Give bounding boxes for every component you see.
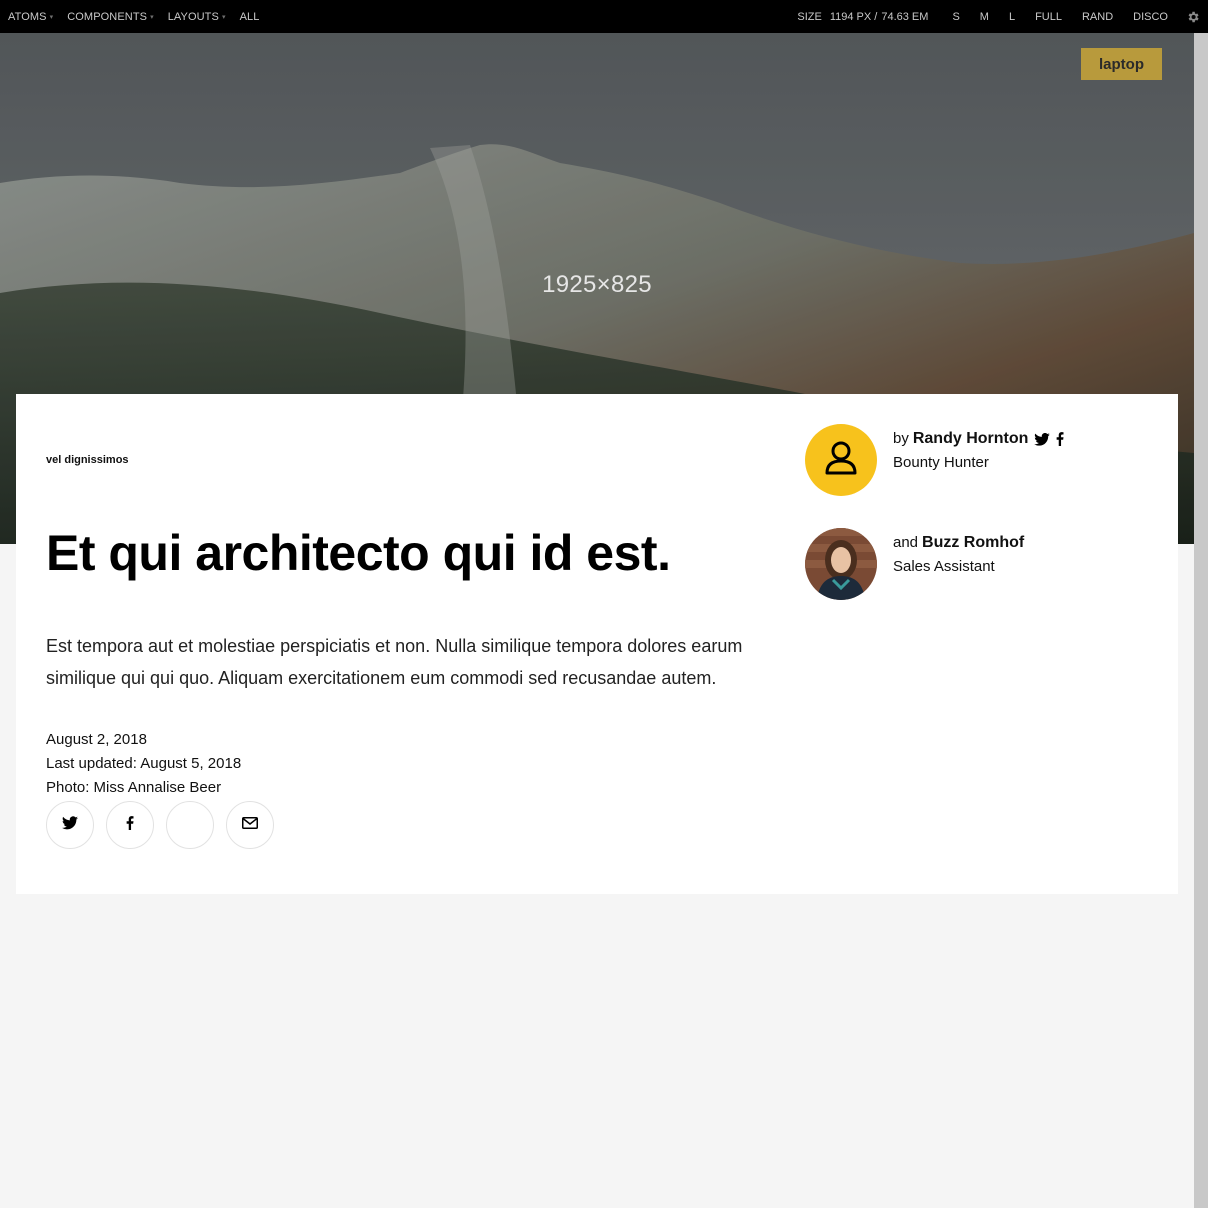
article-dek: Est tempora aut et molestiae perspiciati… bbox=[46, 636, 743, 688]
author-info: and Buzz Romhof Sales Assistant bbox=[893, 528, 1024, 600]
share-buttons bbox=[46, 801, 274, 849]
twitter-icon[interactable] bbox=[1034, 432, 1051, 446]
size-em-input[interactable]: 74.63 EM bbox=[881, 11, 928, 23]
viewport-full-button[interactable]: FULL bbox=[1035, 11, 1062, 23]
nav-layouts[interactable]: LAYOUTS ▾ bbox=[168, 11, 226, 23]
updated-date: Last updated: August 5, 2018 bbox=[46, 755, 242, 772]
nav-all[interactable]: ALL bbox=[240, 11, 260, 23]
author-role: Bounty Hunter bbox=[893, 454, 989, 471]
author-role: Sales Assistant bbox=[893, 558, 995, 575]
nav-components-label: COMPONENTS bbox=[67, 10, 148, 23]
chevron-down-icon: ▾ bbox=[221, 13, 226, 21]
nav-layouts-label: LAYOUTS bbox=[167, 10, 219, 23]
viewport-badge: laptop bbox=[1081, 48, 1162, 80]
published-date: August 2, 2018 bbox=[46, 731, 147, 748]
facebook-icon bbox=[126, 815, 134, 835]
gear-icon[interactable] bbox=[1178, 0, 1208, 33]
author-byline: by Randy Hornton bbox=[893, 427, 1064, 451]
pattern-viewport: 1925×825 laptop vel dignissimos Et qui a… bbox=[0, 33, 1194, 1208]
share-facebook-button[interactable] bbox=[106, 801, 154, 849]
email-icon bbox=[242, 816, 258, 834]
facebook-icon[interactable] bbox=[1056, 432, 1064, 446]
author-prefix: by bbox=[893, 430, 909, 447]
author-randy-hornton: by Randy Hornton Bounty Hunter bbox=[805, 424, 1064, 496]
image-dimensions-caption: 1925×825 bbox=[542, 271, 652, 298]
pattern-lab-toolbar: ATOMS ▾ COMPONENTS ▾ LAYOUTS ▾ ALL SIZE … bbox=[0, 0, 1208, 33]
nav-atoms-label: ATOMS bbox=[8, 10, 47, 23]
author-prefix: and bbox=[893, 534, 919, 551]
viewport-large-button[interactable]: L bbox=[1009, 11, 1015, 23]
size-label: SIZE bbox=[797, 10, 822, 23]
author-byline: and Buzz Romhof bbox=[893, 531, 1024, 555]
share-email-button[interactable] bbox=[226, 801, 274, 849]
author-photo bbox=[805, 528, 877, 600]
nav-all-label: ALL bbox=[239, 10, 260, 23]
article-header-card: vel dignissimos Et qui architecto qui id… bbox=[16, 394, 1178, 894]
author-name[interactable]: Buzz Romhof bbox=[922, 531, 1024, 555]
twitter-icon bbox=[62, 815, 78, 835]
article-kicker[interactable]: vel dignissimos bbox=[46, 454, 129, 466]
nav-components[interactable]: COMPONENTS ▾ bbox=[67, 11, 153, 23]
author-buzz-romhof: and Buzz Romhof Sales Assistant bbox=[805, 528, 1024, 600]
author-name[interactable]: Randy Hornton bbox=[913, 427, 1029, 451]
article-meta: August 2, 2018 Last updated: August 5, 2… bbox=[46, 728, 241, 800]
viewport-controls: SIZE 1194 PX / 74.63 EM S M L FULL RAND … bbox=[797, 0, 1208, 33]
viewport-medium-button[interactable]: M bbox=[980, 11, 989, 23]
toolbar-nav: ATOMS ▾ COMPONENTS ▾ LAYOUTS ▾ ALL bbox=[8, 0, 273, 33]
article-headline: Et qui architecto qui id est. bbox=[46, 525, 671, 581]
size-px-input[interactable]: 1194 PX / bbox=[830, 11, 878, 23]
chevron-down-icon: ▾ bbox=[150, 13, 154, 21]
author-info: by Randy Hornton Bounty Hunter bbox=[893, 424, 1064, 496]
share-twitter-button[interactable] bbox=[46, 801, 94, 849]
share-blank-button[interactable] bbox=[166, 801, 214, 849]
photo-credit: Photo: Miss Annalise Beer bbox=[46, 779, 222, 796]
chevron-down-icon: ▾ bbox=[49, 13, 54, 21]
user-placeholder-icon bbox=[805, 424, 877, 496]
vertical-scrollbar[interactable] bbox=[1194, 33, 1208, 1208]
viewport-small-button[interactable]: S bbox=[952, 11, 959, 23]
viewport-disco-button[interactable]: DISCO bbox=[1133, 11, 1168, 23]
nav-atoms[interactable]: ATOMS ▾ bbox=[8, 11, 53, 23]
viewport-random-button[interactable]: RAND bbox=[1082, 11, 1113, 23]
